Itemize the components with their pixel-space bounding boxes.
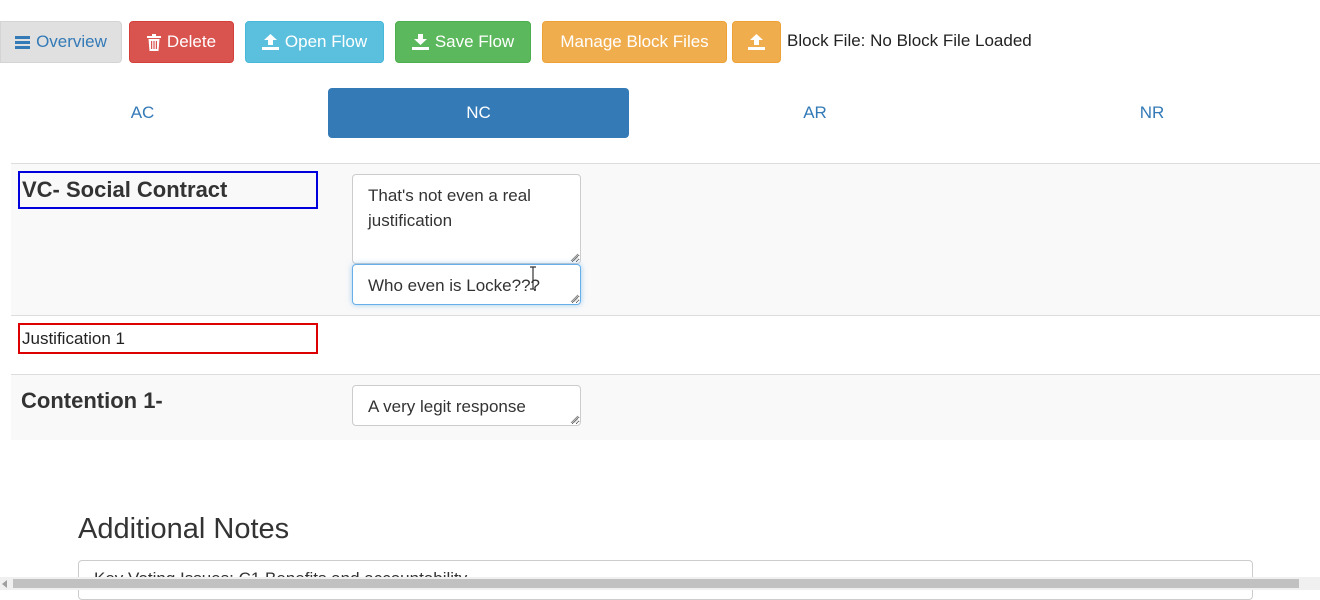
tab-nr[interactable]: NR xyxy=(1002,88,1302,138)
justification-heading[interactable]: Justification 1 xyxy=(18,323,318,354)
tab-nc[interactable]: NC xyxy=(328,88,629,138)
manage-block-files-button[interactable]: Manage Block Files xyxy=(542,21,727,63)
response-textarea[interactable]: That's not even a real justification xyxy=(352,174,581,264)
download-icon xyxy=(411,34,429,50)
save-flow-label: Save Flow xyxy=(434,32,515,51)
contention-heading[interactable]: Contention 1- xyxy=(21,388,163,414)
value-criterion-heading[interactable]: VC- Social Contract xyxy=(18,171,318,209)
resize-grip-icon[interactable] xyxy=(570,415,578,423)
upload-block-file-button[interactable] xyxy=(732,21,781,63)
manage-block-files-label: Manage Block Files xyxy=(560,32,709,51)
delete-label: Delete xyxy=(166,32,217,51)
response-text: A very legit response xyxy=(368,397,526,416)
upload-icon xyxy=(261,34,279,50)
scrollbar-thumb[interactable] xyxy=(13,579,1299,588)
response-text: That's not even a real justification xyxy=(368,186,531,230)
response-text: Who even is Locke??? xyxy=(368,276,540,295)
trash-icon xyxy=(146,33,161,51)
overview-button[interactable]: Overview xyxy=(0,21,122,63)
scroll-left-arrow-icon[interactable] xyxy=(2,580,7,588)
open-flow-button[interactable]: Open Flow xyxy=(245,21,384,63)
resize-grip-icon[interactable] xyxy=(570,294,578,302)
resize-grip-icon[interactable] xyxy=(570,253,578,261)
overview-label: Overview xyxy=(36,32,107,51)
delete-button[interactable]: Delete xyxy=(129,21,234,63)
response-textarea[interactable]: A very legit response xyxy=(352,385,581,426)
flow-row xyxy=(11,374,1320,440)
list-icon xyxy=(15,35,31,49)
block-file-status: Block File: No Block File Loaded xyxy=(787,31,1032,50)
horizontal-scrollbar[interactable] xyxy=(0,577,1320,590)
tab-ac[interactable]: AC xyxy=(0,88,285,138)
upload-icon xyxy=(748,34,765,50)
response-textarea[interactable]: Who even is Locke??? xyxy=(352,264,581,305)
tab-ar[interactable]: AR xyxy=(665,88,965,138)
text-cursor-icon xyxy=(530,266,536,290)
additional-notes-title: Additional Notes xyxy=(78,513,290,545)
open-flow-label: Open Flow xyxy=(284,32,368,51)
save-flow-button[interactable]: Save Flow xyxy=(395,21,531,63)
